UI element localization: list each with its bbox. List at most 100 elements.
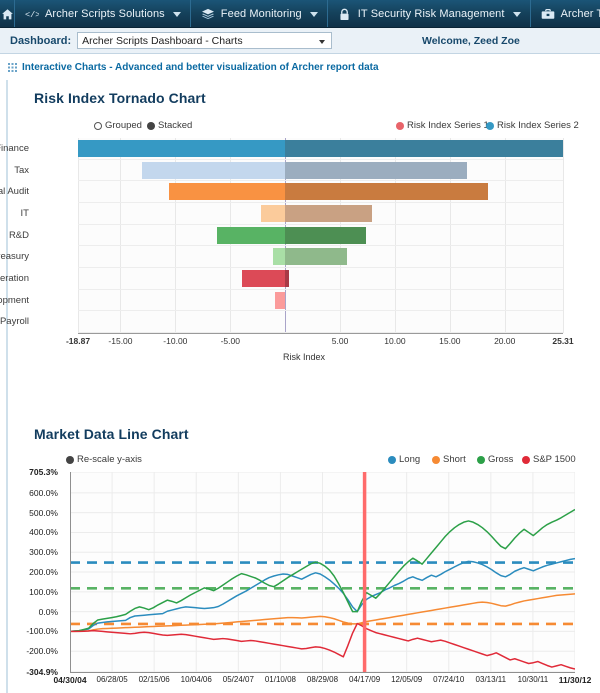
- tornado-category-label: R&D: [8, 229, 29, 241]
- tornado-x-tick: 10.00: [384, 336, 406, 346]
- nav-item-it-security-risk-management[interactable]: IT Security Risk Management: [328, 0, 531, 28]
- nav-label: IT Security Risk Management: [357, 8, 505, 20]
- tornado-bar-negative[interactable]: [78, 140, 286, 157]
- tornado-bar-negative[interactable]: [275, 291, 286, 309]
- radio-unselected-icon[interactable]: [94, 121, 102, 130]
- iset-title: Interactive Charts - Advanced and better…: [22, 61, 379, 73]
- tornado-bar-positive[interactable]: [285, 183, 489, 201]
- line-chart-y-tick: 500.0%: [29, 507, 58, 518]
- line-chart-y-tick: 600.0%: [29, 487, 58, 498]
- line-chart-x-tick: 12/05/09: [391, 675, 423, 684]
- line-chart-y-tick: -200.0%: [26, 646, 58, 657]
- legend-item-gross[interactable]: Gross: [477, 454, 513, 465]
- tornado-bar-positive[interactable]: [285, 270, 289, 287]
- line-chart-x-tick: 04/30/04: [53, 675, 87, 685]
- tornado-x-axis-title: Risk Index: [282, 352, 326, 362]
- tornado-bar-positive[interactable]: [285, 226, 367, 244]
- tornado-bar-row[interactable]: [78, 290, 563, 312]
- tornado-bar-positive[interactable]: [285, 205, 372, 222]
- content-frame: Risk Index Tornado Chart Grouped Stacked…: [0, 80, 600, 693]
- tornado-bar-negative[interactable]: [242, 270, 286, 287]
- tornado-bar-negative[interactable]: [168, 183, 286, 201]
- line-chart-x-tick: 06/28/05: [96, 675, 128, 684]
- tornado-plot: Finance Tax Internal Audit IT R&D Treasury Ope…: [0, 138, 564, 333]
- line-chart-title: Market Data Line Chart: [34, 426, 189, 442]
- rescale-y-axis-toggle[interactable]: Re-scale y-axis: [66, 454, 142, 465]
- dashboard-select-value: Archer Scripts Dashboard - Charts: [82, 34, 243, 47]
- tornado-mode-stacked[interactable]: Stacked: [147, 120, 192, 131]
- nav-item-archer-scripts-solutions[interactable]: </> Archer Scripts Solutions: [15, 0, 191, 28]
- tornado-x-tick: -5.00: [220, 336, 240, 346]
- legend-swatch-icon: [522, 455, 530, 464]
- line-chart-x-tick: 03/13/11: [475, 675, 507, 684]
- legend-item-gross-label: Gross: [488, 454, 514, 465]
- radio-selected-icon[interactable]: [66, 455, 74, 464]
- tornado-bar-row[interactable]: [78, 181, 563, 203]
- tornado-x-tick: 5.00: [331, 336, 349, 346]
- tornado-x-tick: -10.00: [163, 336, 188, 346]
- tornado-bar-row[interactable]: [78, 203, 563, 225]
- tornado-bar-negative[interactable]: [217, 226, 286, 244]
- home-nav-button[interactable]: [0, 0, 15, 28]
- lock-icon: [338, 7, 352, 21]
- dashboard-label: Dashboard:: [10, 34, 72, 47]
- tornado-bar-positive[interactable]: [285, 161, 468, 179]
- tornado-bar-negative[interactable]: [261, 205, 286, 222]
- chevron-down-icon[interactable]: [172, 11, 181, 17]
- line-chart-y-tick: -100.0%: [26, 626, 58, 637]
- tornado-x-tick: -18.87: [65, 336, 91, 346]
- legend-swatch-icon: [432, 455, 440, 464]
- tornado-bar-negative[interactable]: [273, 248, 286, 266]
- tornado-bar-positive[interactable]: [285, 248, 347, 266]
- legend-item-long-label: Long: [399, 454, 421, 465]
- home-icon: [0, 7, 14, 21]
- line-chart-x-tick: 02/15/06: [138, 675, 170, 684]
- line-chart-legend-row: Re-scale y-axis Long Short Gross S&P 150…: [8, 454, 600, 472]
- dashboard-select[interactable]: Archer Scripts Dashboard - Charts: [77, 32, 333, 49]
- nav-item-archer-toolbox[interactable]: Archer Toolbox: [531, 0, 600, 28]
- tornado-bar-row[interactable]: [78, 225, 563, 247]
- line-chart-svg: [70, 472, 575, 672]
- nav-item-feed-monitoring[interactable]: Feed Monitoring: [191, 0, 328, 28]
- legend-item-short[interactable]: Short: [432, 454, 466, 465]
- welcome-text: Welcome, Zeed Zoe: [422, 34, 520, 47]
- tornado-mode-grouped[interactable]: Grouped: [94, 120, 142, 131]
- radio-selected-icon[interactable]: [147, 121, 155, 130]
- legend-swatch-icon: [388, 455, 396, 464]
- chevron-down-icon[interactable]: [512, 11, 521, 17]
- chevron-down-icon[interactable]: [309, 11, 318, 17]
- tornado-bar-row[interactable]: [78, 160, 563, 182]
- tornado-x-tick: -15.00: [108, 336, 133, 346]
- chevron-down-icon[interactable]: [319, 40, 326, 44]
- tornado-gridline: [563, 138, 564, 333]
- tornado-bar-positive[interactable]: [285, 140, 563, 157]
- rescale-y-axis-label: Re-scale y-axis: [77, 454, 142, 465]
- tornado-bar-row[interactable]: [78, 138, 563, 160]
- tornado-x-tick: 20.00: [494, 336, 516, 346]
- tornado-mode-grouped-label: Grouped: [105, 120, 142, 131]
- tornado-legend-row: Grouped Stacked Risk Index Series 1 Risk…: [8, 120, 600, 138]
- tornado-legend-series-1[interactable]: Risk Index Series 1: [396, 120, 489, 131]
- nav-label: Archer Scripts Solutions: [45, 8, 165, 20]
- line-chart-y-axis: [70, 472, 71, 672]
- line-chart-y-tick: 200.0%: [29, 567, 58, 578]
- tornado-chart-title: Risk Index Tornado Chart: [34, 90, 206, 106]
- line-chart-x-tick: 10/30/11: [517, 675, 549, 684]
- tornado-bar-row[interactable]: [78, 246, 563, 268]
- tornado-bar-row[interactable]: [78, 268, 563, 290]
- tornado-legend-series-2[interactable]: Risk Index Series 2: [486, 120, 579, 131]
- layers-icon: [201, 7, 215, 21]
- tornado-chart-panel: Risk Index Tornado Chart Grouped Stacked…: [0, 80, 600, 368]
- tornado-category-label: Tax: [14, 164, 29, 176]
- legend-swatch-icon: [396, 121, 404, 130]
- tornado-bar-negative[interactable]: [142, 161, 286, 179]
- tornado-category-label: Treasury: [0, 251, 29, 263]
- tornado-bar-row[interactable]: [78, 311, 563, 333]
- line-chart-area: 705.3% 600.0% 500.0% 400.0% 300.0% 200.0% 100.…: [8, 467, 600, 693]
- legend-item-long[interactable]: Long: [388, 454, 420, 465]
- legend-swatch-icon: [477, 455, 485, 464]
- tornado-category-label: Finance: [0, 143, 29, 154]
- line-chart-y-tick: 100.0%: [29, 586, 58, 597]
- grip-icon[interactable]: [8, 62, 17, 72]
- legend-item-sp1500[interactable]: S&P 1500: [522, 454, 576, 465]
